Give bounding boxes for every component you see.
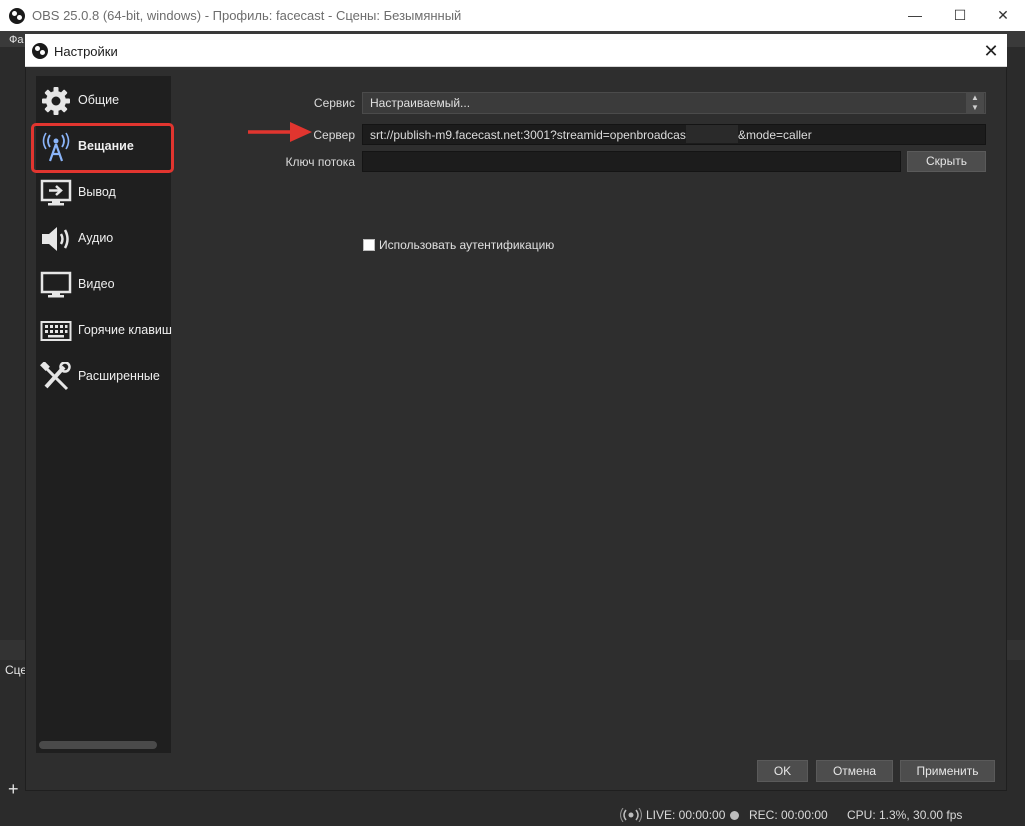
minimize-button[interactable]: — [895,4,935,26]
main-window-title: OBS 25.0.8 (64-bit, windows) - Профиль: … [32,8,462,23]
sidebar-item-hotkeys[interactable]: Горячие клавиш [36,309,172,353]
live-timer: LIVE: 00:00:00 [646,808,726,822]
hide-key-button[interactable]: Скрыть [907,151,986,172]
stream-key-label: Ключ потока [285,155,355,169]
sidebar-item-general[interactable]: Общие [36,79,171,123]
sidebar-item-advanced[interactable]: Расширенные [36,355,171,399]
monitor-icon [40,271,72,298]
rec-indicator-icon [730,811,739,820]
scenes-dock-label: Сце [5,663,28,677]
stream-key-input[interactable] [362,151,901,172]
keyboard-icon [40,321,72,341]
redacted-area [686,125,738,143]
ok-button[interactable]: OK [757,760,808,782]
auth-checkbox[interactable] [363,239,375,251]
menu-file[interactable]: Фа [9,34,23,46]
sidebar-label-video: Видео [78,277,115,291]
server-input[interactable]: srt://publish-m9.facecast.net:3001?strea… [362,124,986,145]
sidebar-label-output: Вывод [78,185,116,199]
tools-icon [40,362,71,391]
obs-logo-icon [9,8,25,24]
main-close-button[interactable]: ✕ [983,4,1023,26]
selection-highlight [31,123,174,173]
settings-close-button[interactable]: ✕ [978,38,1004,64]
cancel-button[interactable]: Отмена [816,760,893,782]
service-select[interactable]: Настраиваемый... [362,92,986,114]
add-scene-icon[interactable]: + [8,779,19,800]
settings-obs-logo-icon [32,43,48,59]
sidebar-label-general: Общие [78,93,120,107]
sidebar-scrollbar[interactable] [39,741,157,749]
cpu-usage: CPU: 1.3%, 30.00 fps [847,808,963,822]
main-right-edge [1007,47,1025,826]
service-label: Сервис [313,96,355,110]
sidebar-item-output[interactable]: Вывод [36,171,171,215]
sidebar-item-audio[interactable]: Аудио [36,217,171,261]
settings-titlebar [25,34,1007,67]
speaker-icon [42,227,69,251]
select-updown-icon[interactable]: ▲ ▼ [966,93,984,113]
server-value-end: &mode=caller [738,128,812,142]
sidebar-label-hotkeys: Горячие клавиш [78,323,172,337]
live-broadcast-icon [620,808,642,822]
apply-button[interactable]: Применить [900,760,995,782]
server-value-start: srt://publish-m9.facecast.net:3001?strea… [370,128,713,142]
auth-checkbox-label[interactable]: Использовать аутентификацию [379,238,554,252]
settings-title: Настройки [54,44,118,59]
gear-icon [42,87,70,115]
sidebar-label-advanced: Расширенные [78,369,160,383]
rec-timer: REC: 00:00:00 [749,808,828,822]
sidebar-item-video[interactable]: Видео [36,263,171,307]
sidebar-label-audio: Аудио [78,231,114,245]
server-label: Сервер [313,128,355,142]
output-monitor-icon [40,179,72,206]
maximize-button[interactable]: ☐ [940,4,980,26]
